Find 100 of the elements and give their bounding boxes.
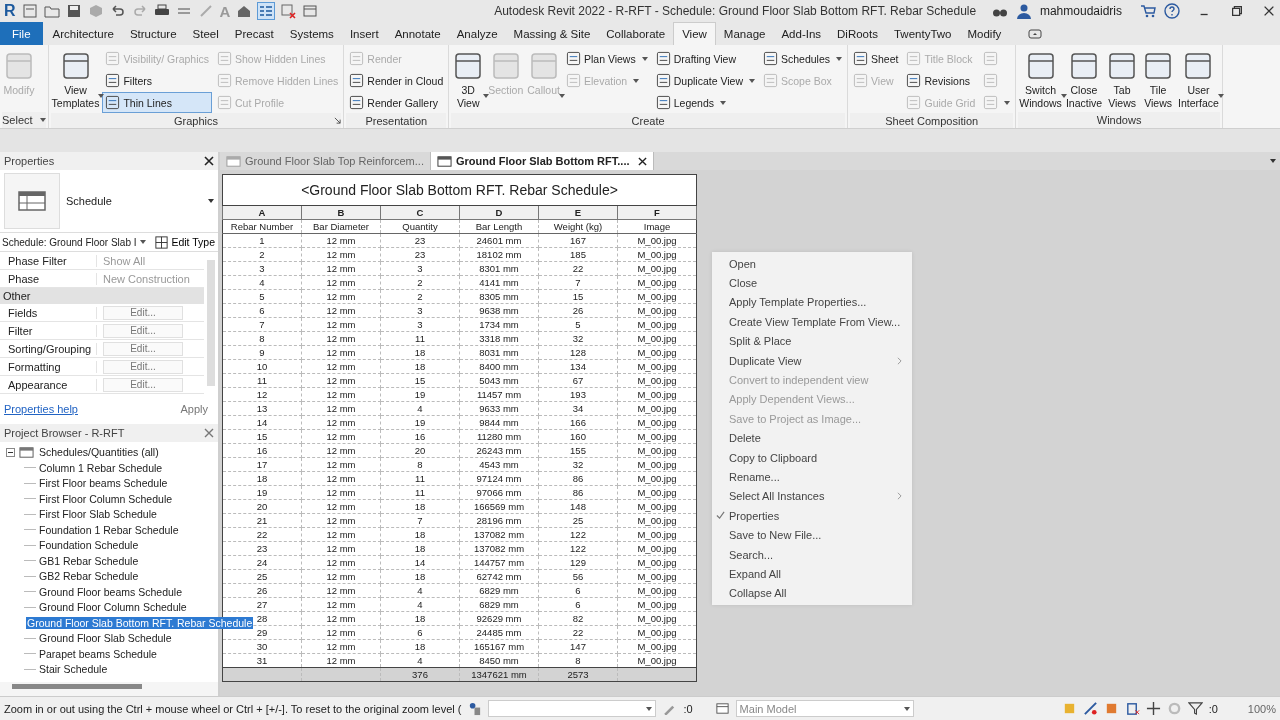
- ribbon-tab[interactable]: Modify: [959, 22, 1010, 45]
- tree-item[interactable]: Foundation Schedule: [38, 539, 140, 552]
- ribbon-tab[interactable]: Collaborate: [598, 22, 674, 45]
- ribbon-button[interactable]: Tile Views: [1141, 48, 1176, 112]
- edit-button[interactable]: Edit...: [103, 323, 183, 338]
- scrollbar[interactable]: [12, 684, 142, 689]
- close-icon[interactable]: [204, 156, 214, 166]
- panel-title[interactable]: Presentation: [365, 114, 428, 127]
- ribbon-tab[interactable]: Systems: [281, 22, 342, 45]
- ribbon-button[interactable]: Duplicate View: [652, 70, 758, 91]
- ribbon-tab[interactable]: Insert: [341, 22, 387, 45]
- ribbon-tab[interactable]: Architecture: [44, 22, 122, 45]
- ribbon-button[interactable]: Render in Cloud: [346, 70, 447, 91]
- table-icon[interactable]: [714, 701, 730, 716]
- caret-icon[interactable]: [39, 118, 46, 122]
- menu-item[interactable]: Properties: [712, 506, 912, 526]
- menu-item[interactable]: Duplicate View: [712, 350, 912, 371]
- close-windows-icon[interactable]: [280, 3, 297, 19]
- ribbon-tab[interactable]: DiRoots: [829, 22, 886, 45]
- restore-icon[interactable]: [1230, 4, 1244, 18]
- apply-button[interactable]: Apply: [174, 402, 214, 416]
- tree-item[interactable]: Foundation 1 Rebar Schedule: [38, 523, 180, 536]
- worksets-icon[interactable]: [467, 701, 483, 716]
- tree-item[interactable]: Ground Floor beams Schedule: [38, 585, 183, 598]
- ribbon-tab[interactable]: Annotate: [386, 22, 449, 45]
- ribbon-button[interactable]: Render Gallery: [346, 92, 447, 113]
- ribbon-button[interactable]: Legends: [652, 92, 758, 113]
- save-icon[interactable]: [65, 3, 82, 19]
- menu-item[interactable]: Search...: [712, 544, 912, 565]
- ribbon-tab[interactable]: TwentyTwo: [885, 22, 960, 45]
- ribbon-tab[interactable]: File: [0, 22, 43, 45]
- edit-button[interactable]: Edit...: [103, 341, 183, 356]
- view-tab[interactable]: Ground Floor Slab Top Reinforcem...: [220, 152, 431, 170]
- edit-button[interactable]: Edit...: [103, 359, 183, 374]
- ribbon-tab[interactable]: Massing & Site: [505, 22, 599, 45]
- ribbon-button[interactable]: Thin Lines: [102, 92, 213, 113]
- type-selector[interactable]: Schedule: [0, 170, 218, 233]
- ribbon-button[interactable]: Drafting View: [652, 48, 758, 69]
- app-logo[interactable]: R: [4, 2, 16, 20]
- menu-item[interactable]: Open: [712, 254, 912, 274]
- menu-item[interactable]: Collapse All: [712, 583, 912, 604]
- tree-item[interactable]: First Floor Slab Schedule: [38, 508, 158, 521]
- ribbon-button[interactable]: Sheet: [850, 48, 902, 69]
- folder-icon[interactable]: [43, 3, 60, 19]
- tree-item[interactable]: Parapet beams Schedule: [38, 647, 158, 660]
- workset-field[interactable]: [488, 700, 657, 717]
- ribbon-button[interactable]: 3D View: [451, 48, 486, 113]
- menu-item[interactable]: Close: [712, 273, 912, 293]
- filter-icon[interactable]: [1187, 701, 1203, 716]
- user-icon[interactable]: [1015, 3, 1032, 19]
- user-name[interactable]: mahmoudaidris: [1039, 4, 1122, 18]
- ribbon-button[interactable]: Filters: [102, 70, 213, 91]
- tree-item[interactable]: Stair Schedule: [38, 663, 109, 676]
- tree-item[interactable]: Column 1 Rebar Schedule: [38, 461, 164, 474]
- menu-item[interactable]: Copy to Clipboard: [712, 447, 912, 468]
- switch-windows-icon[interactable]: [302, 3, 319, 19]
- undo-icon[interactable]: [109, 3, 126, 19]
- ribbon-tab[interactable]: Precast: [226, 22, 282, 45]
- close-icon[interactable]: [637, 156, 647, 166]
- panel-title[interactable]: Select: [2, 114, 33, 126]
- ribbon-button[interactable]: Tab Views: [1105, 48, 1140, 112]
- panel-title[interactable]: Graphics: [173, 114, 218, 127]
- thin-lines-icon[interactable]: [258, 3, 275, 19]
- ribbon-tab[interactable]: View: [673, 22, 716, 45]
- panel-title[interactable]: Sheet Composition: [885, 114, 979, 127]
- menu-item[interactable]: Expand All: [712, 564, 912, 584]
- ribbon-tab[interactable]: Manage: [715, 22, 774, 45]
- menu-item[interactable]: Select All Instances: [712, 486, 912, 507]
- house-icon[interactable]: [236, 3, 253, 19]
- help-icon[interactable]: [1164, 3, 1180, 19]
- ribbon-tab[interactable]: Analyze: [448, 22, 506, 45]
- tree-item[interactable]: GB2 Rebar Schedule: [38, 570, 140, 583]
- menu-item[interactable]: Rename...: [712, 467, 912, 487]
- instance-dropdown[interactable]: Schedule: Ground Floor Slab I: [2, 236, 150, 248]
- panel-title[interactable]: Create: [631, 114, 665, 127]
- close-icon[interactable]: [1262, 4, 1276, 18]
- ribbon-tab[interactable]: Structure: [121, 22, 185, 45]
- edit-button[interactable]: Edit...: [103, 377, 183, 392]
- view-tab[interactable]: Ground Floor Slab Bottom RFT....: [430, 152, 654, 170]
- collapse-icon[interactable]: [6, 447, 15, 457]
- launcher-icon[interactable]: [334, 117, 342, 124]
- tree-item[interactable]: GB1 Rebar Schedule: [38, 554, 140, 567]
- menu-item[interactable]: Create View Template From View...: [712, 312, 912, 332]
- panel-title[interactable]: Windows: [1096, 114, 1142, 126]
- model-field[interactable]: Main Model: [735, 700, 914, 717]
- tree-item[interactable]: Ground Floor Column Schedule: [38, 601, 188, 614]
- menu-item[interactable]: Save to New File...: [712, 525, 912, 545]
- tree-item[interactable]: Ground Floor Slab Bottom RFT. Rebar Schedule: [26, 616, 254, 629]
- ribbon-button[interactable]: Close Inactive: [1064, 48, 1104, 112]
- caret-icon[interactable]: [1270, 159, 1276, 163]
- tree-item[interactable]: Schedules/Quantities (all): [38, 446, 160, 458]
- ribbon-button[interactable]: Plan Views: [562, 48, 651, 69]
- tree-item[interactable]: First Floor Column Schedule: [38, 492, 174, 505]
- ribbon-tab[interactable]: Add-Ins: [773, 22, 830, 45]
- help-link[interactable]: Properties help: [4, 403, 78, 415]
- edit-type-button[interactable]: Edit Type: [153, 234, 216, 250]
- scrollbar[interactable]: [207, 260, 215, 386]
- move-icon[interactable]: [1145, 701, 1161, 716]
- menu-item[interactable]: Apply Template Properties...: [712, 292, 912, 313]
- tree-item[interactable]: First Floor beams Schedule: [38, 477, 169, 490]
